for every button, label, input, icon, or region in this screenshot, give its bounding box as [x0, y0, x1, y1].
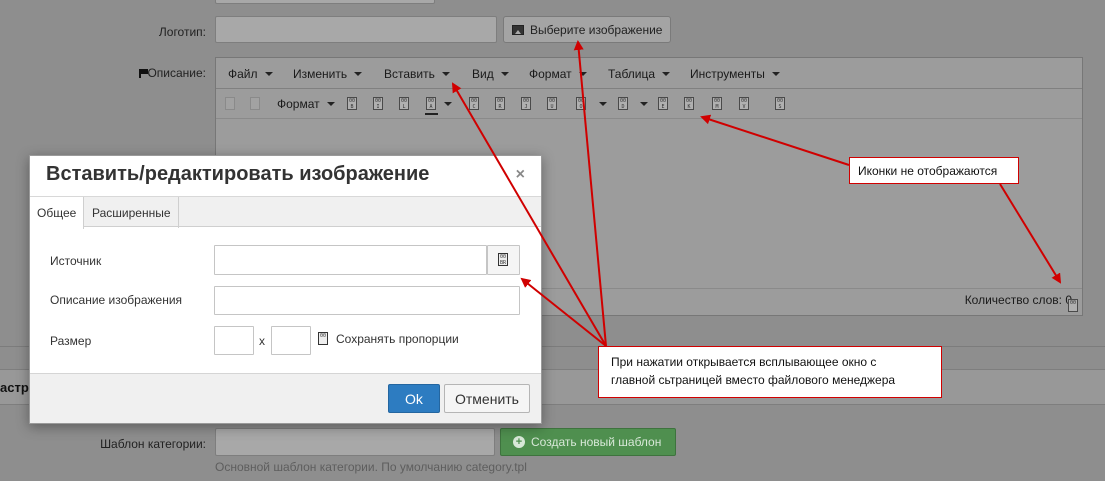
top-field-partial[interactable] — [215, 0, 435, 4]
align-center-icon[interactable]: 00 C — [469, 97, 479, 110]
chevron-down-icon — [771, 72, 780, 76]
callout-icons-missing: Иконки не отображаются — [849, 157, 1019, 184]
source-input[interactable] — [214, 245, 487, 275]
menu-format-label: Формат — [529, 67, 572, 81]
menu-format[interactable]: Формат — [529, 67, 587, 81]
create-template-label: Создать новый шаблон — [531, 435, 662, 449]
numbered-list-icon[interactable]: 00 O — [576, 97, 586, 110]
chevron-down-icon[interactable] — [640, 102, 648, 106]
menu-edit[interactable]: Изменить — [293, 67, 363, 81]
text-color-underline — [425, 113, 438, 115]
category-template-label: Шаблон категории: — [100, 437, 206, 451]
toolbar-format-dropdown[interactable]: Формат — [277, 97, 335, 111]
image-description-label: Описание изображения — [50, 293, 183, 307]
ok-button[interactable]: Ok — [388, 384, 440, 413]
menu-view-label: Вид — [472, 67, 494, 81]
chevron-down-icon — [264, 72, 273, 76]
align-justify-icon[interactable]: 00 J — [521, 97, 531, 110]
link-icon[interactable]: 00 K — [684, 97, 694, 110]
menu-view[interactable]: Вид — [472, 67, 509, 81]
italic-icon[interactable]: 00 I — [373, 97, 383, 110]
choose-image-button[interactable]: Выберите изображение — [503, 16, 672, 43]
outdent-icon[interactable]: 00 D — [618, 97, 628, 110]
dialog-tabs: Общее Расширенные — [30, 196, 541, 229]
menu-edit-label: Изменить — [293, 67, 348, 81]
word-count: Количество слов: 0 — [964, 293, 1072, 307]
logo-label: Логотип: — [158, 25, 206, 39]
chevron-down-icon — [326, 102, 335, 106]
description-label: Описание: — [126, 66, 206, 80]
image-icon — [512, 24, 524, 35]
menu-tools[interactable]: Инструменты — [690, 67, 780, 81]
menu-table-label: Таблица — [608, 67, 656, 81]
keep-ratio-label[interactable]: Сохранять пропорции — [336, 332, 459, 346]
indent-icon[interactable]: 00 E — [658, 97, 668, 110]
menu-file[interactable]: Файл — [228, 67, 273, 81]
choose-image-label: Выберите изображение — [530, 22, 663, 37]
code-icon[interactable]: 00 S — [775, 97, 785, 110]
callout-popup-line2: главной сьтраницей вместо файлового мене… — [611, 373, 896, 387]
callout-popup-line1: При нажатии открывается всплывающее окно… — [611, 355, 877, 369]
chevron-down-icon — [441, 72, 450, 76]
browse-button[interactable]: 00 BR — [487, 245, 520, 275]
create-template-button[interactable]: + Создать новый шаблон — [500, 428, 676, 456]
browse-icon: 00 BR — [498, 253, 508, 266]
align-left-icon[interactable]: 00 L — [399, 97, 409, 110]
align-right-icon[interactable]: 00 R — [495, 97, 505, 110]
size-label: Размер — [50, 334, 92, 348]
media-icon[interactable]: 00 V — [739, 97, 749, 110]
description-label-text: Описание: — [147, 66, 206, 80]
resize-handle-icon[interactable]: 00 — [1068, 299, 1078, 312]
chevron-down-icon[interactable] — [599, 102, 607, 106]
close-icon[interactable]: × — [516, 166, 525, 184]
menu-table[interactable]: Таблица — [608, 67, 671, 81]
callout-icons-missing-text: Иконки не отображаются — [858, 164, 998, 178]
source-label: Источник — [50, 254, 102, 268]
plus-circle-icon: + — [513, 436, 525, 448]
bold-icon[interactable]: 00 B — [347, 97, 357, 110]
chevron-down-icon — [578, 72, 587, 76]
menu-insert-label: Вставить — [384, 67, 435, 81]
menu-tools-label: Инструменты — [690, 67, 765, 81]
image-insert-icon[interactable]: 00 M — [712, 97, 722, 110]
undo-icon[interactable] — [225, 97, 235, 110]
editor-menubar: Файл Изменить Вставить Вид Формат Таблиц… — [216, 58, 1082, 89]
flag-icon — [139, 69, 149, 78]
dialog-title: Вставить/редактировать изображение — [46, 163, 430, 185]
menu-insert[interactable]: Вставить — [384, 67, 450, 81]
chevron-down-icon[interactable] — [444, 102, 452, 106]
tab-advanced[interactable]: Расширенные — [85, 197, 179, 228]
height-input[interactable] — [271, 326, 311, 355]
dialog-footer: Ok Отменить — [30, 373, 541, 423]
logo-input[interactable] — [215, 16, 497, 43]
chevron-down-icon — [354, 72, 363, 76]
tab-general[interactable]: Общее — [30, 197, 85, 229]
editor-toolbar: Формат 00 B 00 I 00 L 00 A 00 C 00 R 00 J 00 U 0… — [216, 89, 1082, 119]
callout-popup-issue: При нажатии открывается всплывающее окно… — [598, 346, 942, 398]
chevron-down-icon — [662, 72, 671, 76]
redo-icon[interactable] — [250, 97, 260, 110]
chevron-down-icon — [500, 72, 509, 76]
menu-file-label: Файл — [228, 67, 258, 81]
text-color-icon[interactable]: 00 A — [426, 97, 436, 110]
bullet-list-icon[interactable]: 00 U — [547, 97, 557, 110]
category-template-input[interactable] — [215, 428, 495, 456]
section-header-partial: астр — [0, 380, 29, 395]
size-separator: x — [259, 334, 265, 348]
category-template-hint: Основной шаблон категории. По умолчанию … — [215, 460, 527, 474]
toolbar-format-label: Формат — [277, 97, 320, 111]
insert-image-dialog: Вставить/редактировать изображение × Общ… — [29, 155, 542, 424]
width-input[interactable] — [214, 326, 254, 355]
image-description-input[interactable] — [214, 286, 520, 315]
constrain-checkbox-icon[interactable]: 00 — [318, 332, 328, 345]
cancel-button[interactable]: Отменить — [444, 384, 530, 413]
